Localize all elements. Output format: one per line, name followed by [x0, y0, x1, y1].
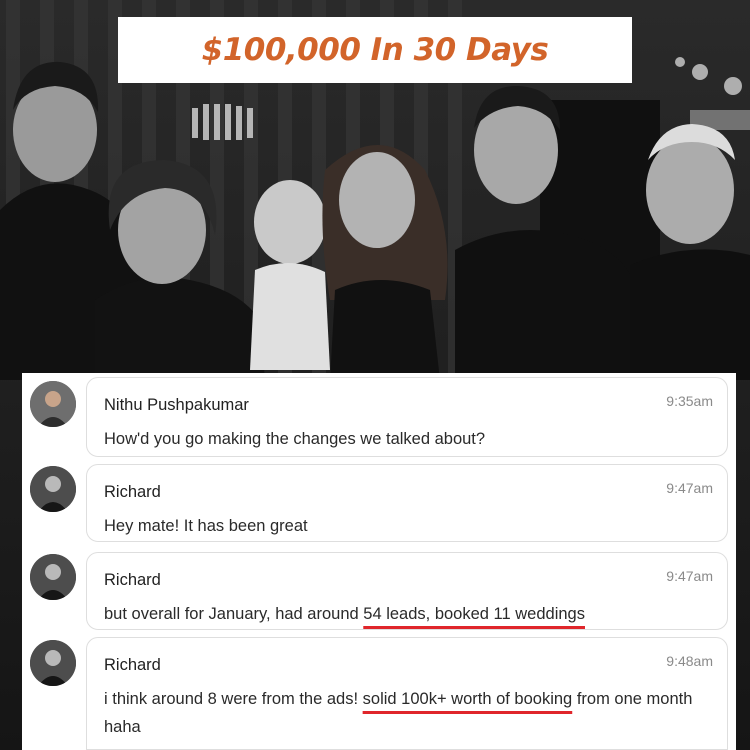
message-time: 9:35am: [666, 393, 713, 409]
message-time: 9:47am: [666, 480, 713, 496]
message-text: i think around 8 were from the ads! soli…: [104, 685, 714, 741]
person-woman-young: [322, 145, 448, 380]
message-bubble: Richard 9:48am i think around 8 were fro…: [86, 637, 728, 750]
avatar[interactable]: [30, 466, 76, 512]
message-text-part: Hey mate! It has been great: [104, 517, 308, 535]
avatar[interactable]: [30, 554, 76, 600]
message-text-part: How'd you go making the changes we talke…: [104, 430, 486, 448]
message-time: 9:47am: [666, 568, 713, 584]
avatar-richard-icon: [30, 554, 76, 600]
message-item: Richard 9:47am Hey mate! It has been gre…: [22, 461, 736, 549]
avatar-richard-icon: [30, 466, 76, 512]
message-time: 9:48am: [666, 653, 713, 669]
headline-text: $100,000 In 30 Days: [201, 32, 549, 68]
avatar-richard-icon: [30, 640, 76, 686]
headline-banner: $100,000 In 30 Days: [118, 17, 632, 83]
avatar[interactable]: [30, 640, 76, 686]
message-item: Richard 9:47am but overall for January, …: [22, 549, 736, 637]
avatar[interactable]: [30, 381, 76, 427]
sender-name: Richard: [104, 571, 161, 589]
sender-name: Nithu Pushpakumar: [104, 396, 249, 414]
message-item: Nithu Pushpakumar 9:35am How'd you go ma…: [22, 373, 736, 461]
person-baby: [250, 180, 330, 370]
highlighted-text: solid 100k+ worth of booking: [362, 690, 573, 708]
sender-name: Richard: [104, 656, 161, 674]
message-text-part: but overall for January, had around: [104, 605, 364, 623]
avatar-nithu-icon: [30, 381, 76, 427]
message-bubble: Richard 9:47am but overall for January, …: [86, 552, 728, 630]
message-item: Richard 9:48am i think around 8 were fro…: [22, 637, 736, 750]
sender-name: Richard: [104, 483, 161, 501]
message-text: How'd you go making the changes we talke…: [104, 425, 714, 453]
message-text: Hey mate! It has been great: [104, 512, 714, 540]
message-text: but overall for January, had around 54 l…: [104, 600, 714, 628]
highlighted-text: 54 leads, booked 11 weddings: [363, 605, 585, 623]
message-bubble: Nithu Pushpakumar 9:35am How'd you go ma…: [86, 377, 728, 457]
message-text-part: i think around 8 were from the ads!: [104, 690, 363, 708]
message-bubble: Richard 9:47am Hey mate! It has been gre…: [86, 464, 728, 542]
chat-panel: Nithu Pushpakumar 9:35am How'd you go ma…: [22, 373, 736, 750]
